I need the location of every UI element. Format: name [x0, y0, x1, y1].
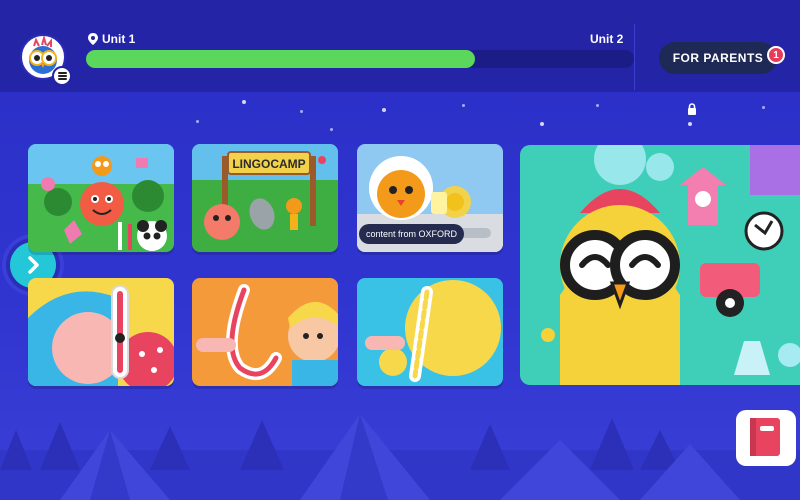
book-icon [750, 418, 780, 456]
star-decoration [762, 106, 765, 109]
top-bar: Unit 1 Unit 2 FOR PARENTS 1 [0, 0, 800, 115]
star-decoration [462, 104, 465, 107]
lingocamp-illustration: LINGOCAMP [192, 144, 338, 252]
menu-button[interactable] [52, 66, 72, 86]
star-decoration [382, 108, 386, 112]
tracing-illustration [28, 278, 174, 386]
star-decoration [688, 122, 692, 126]
tracing-illustration [357, 278, 503, 386]
book-button[interactable] [736, 410, 796, 466]
star-decoration [242, 100, 246, 104]
lingocamp-sign: LINGOCAMP [232, 157, 305, 171]
lesson-card-trace-l[interactable] [192, 278, 338, 386]
star-decoration [330, 128, 333, 131]
next-unit-label: Unit 2 [590, 32, 624, 46]
star-decoration [540, 122, 544, 126]
tracing-illustration [192, 278, 338, 386]
campground-background [0, 414, 800, 500]
current-unit-label: Unit 1 [88, 32, 135, 46]
lesson-card-oxford[interactable]: content from OXFORD [357, 144, 503, 252]
lock-icon [688, 103, 696, 115]
characters-illustration [28, 144, 174, 252]
featured-lesson-card[interactable] [520, 145, 800, 385]
unit-progress-bar [86, 50, 696, 115]
for-parents-button[interactable]: FOR PARENTS [659, 42, 777, 74]
app-screen: Unit 1 Unit 2 FOR PARENTS 1 LINGOCAMP co… [0, 0, 800, 500]
header-divider [634, 24, 635, 90]
content-from-oxford-tag: content from OXFORD [359, 224, 465, 244]
lesson-card-trace-i[interactable] [28, 278, 174, 386]
progress-fill [86, 50, 476, 68]
notification-badge: 1 [767, 46, 785, 64]
owl-mascot-illustration [520, 145, 800, 385]
chevron-right-icon [28, 256, 39, 274]
star-decoration [300, 110, 303, 113]
lesson-card-lingocamp[interactable]: LINGOCAMP [192, 144, 338, 252]
map-pin-icon [88, 33, 98, 45]
star-decoration [596, 104, 599, 107]
star-decoration [196, 120, 199, 123]
lesson-card-characters[interactable] [28, 144, 174, 252]
menu-icon [58, 72, 67, 74]
lesson-card-trace-slash[interactable] [357, 278, 503, 386]
